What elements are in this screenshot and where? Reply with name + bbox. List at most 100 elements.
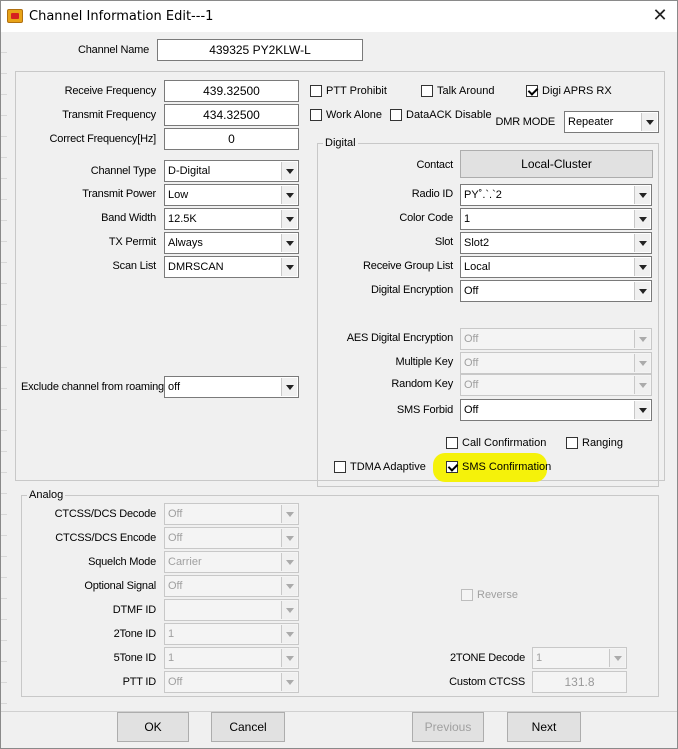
- optional-signal-value: Off: [168, 580, 183, 592]
- channel-name-label: Channel Name: [78, 44, 149, 56]
- next-button[interactable]: Next: [507, 712, 581, 742]
- correct-frequency-input[interactable]: 0: [164, 128, 299, 150]
- slot-label: Slot: [434, 236, 453, 248]
- chevron-down-icon: [281, 162, 297, 180]
- chevron-down-icon: [634, 330, 650, 348]
- dtmf-id-select[interactable]: [164, 599, 299, 621]
- chevron-down-icon: [634, 376, 650, 394]
- receive-group-list-label: Receive Group List: [363, 260, 453, 272]
- digital-encryption-value: Off: [464, 285, 479, 297]
- ctcss-encode-select[interactable]: Off: [164, 527, 299, 549]
- exclude-roaming-select[interactable]: off: [164, 376, 299, 398]
- transmit-power-value: Low: [168, 189, 189, 201]
- receive-frequency-label: Receive Frequency: [64, 85, 157, 97]
- sms-forbid-value: Off: [464, 404, 479, 416]
- contact-label: Contact: [416, 159, 453, 171]
- transmit-power-label: Transmit Power: [82, 188, 156, 200]
- title-bar: Channel Information Edit---1 ✕: [1, 1, 677, 32]
- chevron-down-icon: [281, 529, 297, 547]
- squelch-mode-value: Carrier: [168, 556, 202, 568]
- chevron-down-icon: [634, 186, 650, 204]
- ctcss-decode-value: Off: [168, 508, 183, 520]
- tx-permit-select[interactable]: Always: [164, 232, 299, 254]
- chevron-down-icon: [281, 378, 297, 396]
- dataack-disable-label: DataACK Disable: [406, 109, 492, 121]
- five-tone-id-select[interactable]: 1: [164, 647, 299, 669]
- transmit-frequency-label: Transmit Frequency: [62, 109, 156, 121]
- ok-button[interactable]: OK: [117, 712, 189, 742]
- scan-list-select[interactable]: DMRSCAN: [164, 256, 299, 278]
- talk-around-label: Talk Around: [437, 85, 495, 97]
- tx-permit-label: TX Permit: [108, 236, 156, 248]
- scan-list-value: DMRSCAN: [168, 261, 224, 273]
- checkbox-box: [446, 461, 458, 473]
- ctcss-decode-select[interactable]: Off: [164, 503, 299, 525]
- chevron-down-icon: [281, 577, 297, 595]
- squelch-mode-label: Squelch Mode: [88, 556, 156, 568]
- random-key-value: Off: [464, 379, 479, 391]
- aes-encryption-value: Off: [464, 333, 479, 345]
- receive-frequency-input[interactable]: 439.32500: [164, 80, 299, 102]
- receive-group-list-select[interactable]: Local: [460, 256, 652, 278]
- ctcss-decode-label: CTCSS/DCS Decode: [54, 508, 157, 520]
- chevron-down-icon: [281, 649, 297, 667]
- aes-encryption-label: AES Digital Encryption: [346, 332, 453, 344]
- optional-signal-select[interactable]: Off: [164, 575, 299, 597]
- dmr-mode-select[interactable]: Repeater: [564, 111, 659, 133]
- channel-edit-dialog: Channel Information Edit---1 ✕ Channel N…: [0, 0, 678, 749]
- radio-id-select[interactable]: PY˚.`.`2: [460, 184, 652, 206]
- aes-encryption-select[interactable]: Off: [460, 328, 652, 350]
- five-tone-id-label: 5Tone ID: [113, 652, 157, 664]
- close-button[interactable]: ✕: [645, 3, 675, 29]
- slot-select[interactable]: Slot2: [460, 232, 652, 254]
- chevron-down-icon: [281, 673, 297, 691]
- transmit-power-select[interactable]: Low: [164, 184, 299, 206]
- chevron-down-icon: [634, 401, 650, 419]
- chevron-down-icon: [281, 601, 297, 619]
- checkbox-box: [390, 109, 402, 121]
- checkbox-box: [310, 85, 322, 97]
- checkbox-box: [446, 437, 458, 449]
- chevron-down-icon: [281, 186, 297, 204]
- band-width-select[interactable]: 12.5K: [164, 208, 299, 230]
- random-key-select[interactable]: Off: [460, 374, 652, 396]
- two-tone-decode-label: 2TONE Decode: [449, 652, 525, 664]
- checkbox-box: [334, 461, 346, 473]
- reverse-label: Reverse: [477, 589, 518, 601]
- two-tone-decode-select[interactable]: 1: [532, 647, 627, 669]
- contact-button[interactable]: Local-Cluster: [460, 150, 653, 178]
- ptt-id-select[interactable]: Off: [164, 671, 299, 693]
- color-code-select[interactable]: 1: [460, 208, 652, 230]
- chevron-down-icon: [634, 258, 650, 276]
- color-code-value: 1: [464, 213, 471, 225]
- digital-encryption-select[interactable]: Off: [460, 280, 652, 302]
- channel-name-input[interactable]: 439325 PY2KLW-L: [157, 39, 363, 61]
- channel-type-select[interactable]: D-Digital: [164, 160, 299, 182]
- ptt-id-label: PTT ID: [122, 676, 157, 688]
- call-confirmation-label: Call Confirmation: [462, 437, 547, 449]
- work-alone-label: Work Alone: [326, 109, 383, 121]
- scan-list-label: Scan List: [112, 260, 157, 272]
- ranging-label: Ranging: [582, 437, 623, 449]
- sms-confirmation-label: SMS Confirmation: [462, 461, 552, 473]
- two-tone-decode-value: 1: [536, 652, 543, 664]
- tdma-adaptive-label: TDMA Adaptive: [350, 461, 426, 473]
- previous-button[interactable]: Previous: [412, 712, 484, 742]
- custom-ctcss-input[interactable]: 131.8: [532, 671, 627, 693]
- cancel-button[interactable]: Cancel: [211, 712, 285, 742]
- channel-type-label: Channel Type: [90, 165, 156, 177]
- digi-aprs-rx-label: Digi APRS RX: [542, 85, 612, 97]
- two-tone-id-label: 2Tone ID: [113, 628, 157, 640]
- two-tone-id-value: 1: [168, 628, 175, 640]
- tx-permit-value: Always: [168, 237, 203, 249]
- multiple-key-select[interactable]: Off: [460, 352, 652, 374]
- sms-forbid-select[interactable]: Off: [460, 399, 652, 421]
- two-tone-id-select[interactable]: 1: [164, 623, 299, 645]
- chevron-down-icon: [634, 354, 650, 372]
- squelch-mode-select[interactable]: Carrier: [164, 551, 299, 573]
- transmit-frequency-input[interactable]: 434.32500: [164, 104, 299, 126]
- chevron-down-icon: [281, 505, 297, 523]
- sms-forbid-label: SMS Forbid: [396, 404, 453, 416]
- checkbox-box: [310, 109, 322, 121]
- chevron-down-icon: [281, 210, 297, 228]
